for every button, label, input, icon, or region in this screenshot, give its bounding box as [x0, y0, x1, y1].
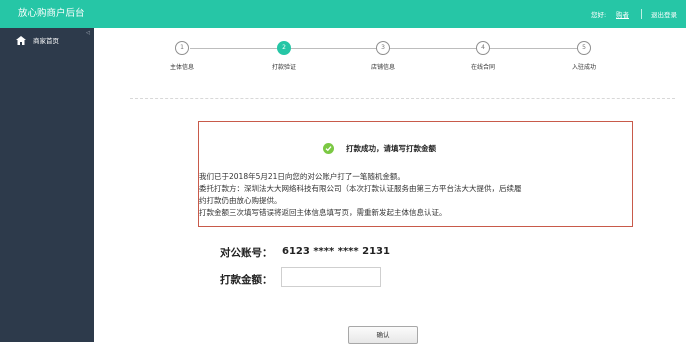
- sidebar: 放心购商户后台 商家首页 ◁: [0, 0, 94, 342]
- step-label: 入驻成功: [571, 64, 596, 71]
- collapse-icon[interactable]: ◁: [86, 30, 90, 36]
- step-1: 1 主体信息: [152, 41, 212, 71]
- notice-box: 打款成功，请填写打款金额 我们已于2018年5月21日向您的对公账户打了一笔随机…: [198, 121, 633, 227]
- home-icon: [16, 36, 26, 45]
- step-5: 5 入驻成功: [554, 41, 614, 71]
- step-number: 3: [376, 41, 390, 55]
- step-2: 2 打款验证: [254, 41, 314, 71]
- step-label: 主体信息: [169, 64, 194, 71]
- app-title: 放心购商户后台: [0, 0, 94, 28]
- greeting-text: 您好:: [591, 11, 607, 19]
- account-number: 6123 **** **** 2131: [282, 246, 390, 257]
- step-number: 5: [577, 41, 591, 55]
- header-divider: [641, 9, 642, 19]
- success-check-icon: [323, 143, 334, 154]
- top-bar: 您好: 购者 退出登录: [94, 0, 686, 28]
- account-label: 对公账号：: [220, 247, 273, 259]
- step-label: 店铺信息: [370, 64, 395, 71]
- section-divider: [130, 98, 675, 99]
- notice-line: 约打款仍由放心购提供。: [199, 196, 282, 205]
- sidebar-item-label: 商家首页: [33, 37, 59, 45]
- sidebar-item-merchant-home[interactable]: 商家首页: [0, 32, 94, 50]
- step-number: 1: [175, 41, 189, 55]
- success-message: 打款成功，请填写打款金额: [199, 142, 634, 156]
- step-3: 3 店铺信息: [353, 41, 413, 71]
- logout-link[interactable]: 退出登录: [651, 9, 677, 19]
- step-label: 在线合同: [470, 64, 495, 71]
- amount-label: 打款金额：: [220, 274, 273, 286]
- confirm-button[interactable]: 确认: [348, 326, 418, 344]
- success-text: 打款成功，请填写打款金额: [346, 144, 436, 153]
- step-number: 2: [277, 41, 291, 55]
- notice-line: 打款金额三次填写错误将返回主体信息填写页，需重新发起主体信息认证。: [199, 208, 447, 217]
- step-number: 4: [476, 41, 490, 55]
- step-label: 打款验证: [271, 64, 296, 71]
- username-link[interactable]: 购者: [616, 9, 629, 19]
- amount-input[interactable]: [281, 267, 381, 287]
- step-4: 4 在线合同: [453, 41, 513, 71]
- notice-line: 我们已于2018年5月21日向您的对公账户打了一笔随机金额。: [199, 172, 405, 181]
- notice-line: 委托打款方：深圳法大大网络科技有限公司（本次打款认证服务由第三方平台法大大提供，…: [199, 184, 522, 193]
